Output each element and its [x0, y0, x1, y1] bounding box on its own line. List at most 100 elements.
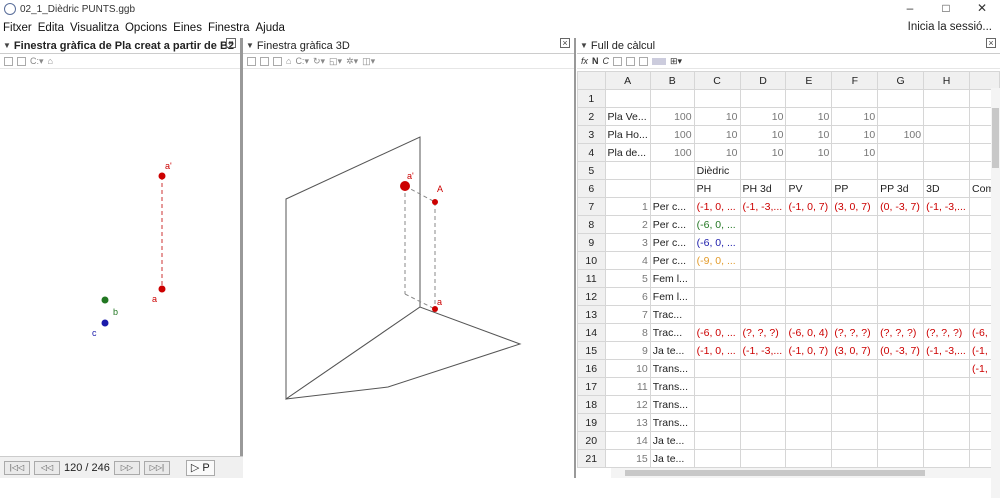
- table-cell[interactable]: 6: [604, 287, 651, 306]
- column-header[interactable]: G: [877, 71, 925, 90]
- table-cell[interactable]: [923, 449, 971, 468]
- table-cell[interactable]: [785, 287, 833, 306]
- table-cell[interactable]: 10: [831, 107, 879, 126]
- table-cell[interactable]: [649, 179, 695, 198]
- table-cell[interactable]: [739, 269, 787, 288]
- table-cell[interactable]: 12: [604, 395, 651, 414]
- table-cell[interactable]: [739, 449, 787, 468]
- table-cell[interactable]: [923, 377, 971, 396]
- table-cell[interactable]: [785, 377, 833, 396]
- table-cell[interactable]: Pla Ho...: [604, 125, 651, 144]
- table-cell[interactable]: (-1, 0, ...: [693, 341, 741, 360]
- table-cell[interactable]: [877, 449, 925, 468]
- table-cell[interactable]: Fem l...: [649, 287, 695, 306]
- table-cell[interactable]: 9: [604, 341, 651, 360]
- table-cell[interactable]: 10: [831, 125, 879, 144]
- menu-eines[interactable]: Eines: [170, 22, 205, 34]
- table-cell[interactable]: [739, 233, 787, 252]
- column-header[interactable]: A: [604, 71, 651, 90]
- row-header[interactable]: 16: [577, 359, 606, 378]
- table-cell[interactable]: 3D: [923, 179, 971, 198]
- table-cell[interactable]: [923, 107, 971, 126]
- clipping-icon[interactable]: ✲▾: [346, 56, 358, 67]
- table-cell[interactable]: [649, 161, 695, 180]
- row-header[interactable]: 4: [577, 143, 606, 162]
- table-cell[interactable]: Ja te...: [649, 431, 695, 450]
- table-cell[interactable]: [831, 161, 879, 180]
- table-cell[interactable]: 15: [604, 449, 651, 468]
- previous-step-button[interactable]: ◁◁: [34, 460, 60, 475]
- table-cell[interactable]: [877, 359, 925, 378]
- table-cell[interactable]: [739, 413, 787, 432]
- table-cell[interactable]: [693, 287, 741, 306]
- italic-icon[interactable]: C: [603, 56, 610, 66]
- row-header[interactable]: 7: [577, 197, 606, 216]
- row-header[interactable]: 1: [577, 89, 606, 108]
- table-cell[interactable]: [693, 449, 741, 468]
- menu-fitxer[interactable]: Fitxer: [0, 22, 35, 34]
- table-cell[interactable]: [831, 269, 879, 288]
- table-cell[interactable]: [739, 305, 787, 324]
- table-cell[interactable]: [923, 233, 971, 252]
- table-cell[interactable]: (-1, -3,...: [923, 197, 971, 216]
- table-cell[interactable]: Ja te...: [649, 449, 695, 468]
- minimize-button[interactable]: –: [892, 0, 928, 18]
- table-cell[interactable]: [877, 161, 925, 180]
- table-cell[interactable]: Per c...: [649, 251, 695, 270]
- table-cell[interactable]: PP 3d: [877, 179, 925, 198]
- table-cell[interactable]: 3: [604, 233, 651, 252]
- table-cell[interactable]: 10: [785, 143, 833, 162]
- table-cell[interactable]: 10: [693, 125, 741, 144]
- table-cell[interactable]: [923, 215, 971, 234]
- row-header[interactable]: 20: [577, 431, 606, 450]
- table-cell[interactable]: Pla Ve...: [604, 107, 651, 126]
- table-cell[interactable]: [785, 215, 833, 234]
- table-cell[interactable]: 1: [604, 197, 651, 216]
- point-a-prime-3d[interactable]: [400, 181, 410, 191]
- table-cell[interactable]: (0, -3, 7): [877, 197, 925, 216]
- login-link[interactable]: Inicia la sessió...: [908, 21, 992, 33]
- table-cell[interactable]: [693, 269, 741, 288]
- table-cell[interactable]: [923, 269, 971, 288]
- table-cell[interactable]: [739, 215, 787, 234]
- home-icon[interactable]: ⌂: [48, 56, 53, 66]
- table-cell[interactable]: Per c...: [649, 233, 695, 252]
- table-cell[interactable]: Per c...: [649, 215, 695, 234]
- table-cell[interactable]: [739, 251, 787, 270]
- table-cell[interactable]: (-1, -3,...: [739, 197, 787, 216]
- axes-toggle-icon[interactable]: [247, 56, 256, 66]
- close-panel-icon[interactable]: ×: [986, 38, 996, 48]
- table-cell[interactable]: (3, 0, 7): [831, 341, 879, 360]
- row-header[interactable]: 5: [577, 161, 606, 180]
- table-cell[interactable]: PH: [693, 179, 741, 198]
- menu-opcions[interactable]: Opcions: [122, 22, 170, 34]
- table-cell[interactable]: [877, 233, 925, 252]
- point-A-3d[interactable]: [432, 199, 438, 205]
- table-cell[interactable]: [831, 449, 879, 468]
- table-cell[interactable]: (-1, 0, 7): [785, 197, 833, 216]
- table-cell[interactable]: [831, 233, 879, 252]
- table-cell[interactable]: [923, 287, 971, 306]
- table-cell[interactable]: [877, 107, 925, 126]
- point-c[interactable]: [101, 319, 109, 327]
- column-header[interactable]: B: [649, 71, 695, 90]
- menu-finestra[interactable]: Finestra: [205, 22, 253, 34]
- table-cell[interactable]: (-1, -3,...: [923, 341, 971, 360]
- row-header[interactable]: 11: [577, 269, 606, 288]
- table-cell[interactable]: 11: [604, 377, 651, 396]
- play-button[interactable]: ▷ P: [185, 459, 215, 476]
- align-right-icon[interactable]: [639, 56, 649, 66]
- table-cell[interactable]: PH 3d: [739, 179, 787, 198]
- table-cell[interactable]: 10: [604, 359, 651, 378]
- table-cell[interactable]: [877, 287, 925, 306]
- table-cell[interactable]: Trac...: [649, 305, 695, 324]
- table-cell[interactable]: 2: [604, 215, 651, 234]
- table-cell[interactable]: [785, 89, 833, 108]
- table-cell[interactable]: [923, 413, 971, 432]
- table-cell[interactable]: [831, 89, 879, 108]
- vertical-scrollbar[interactable]: [991, 88, 1000, 498]
- table-cell[interactable]: [831, 251, 879, 270]
- table-cell[interactable]: (?, ?, ?): [831, 323, 879, 342]
- table-cell[interactable]: 8: [604, 323, 651, 342]
- table-cell[interactable]: (-6, 0, 4): [785, 323, 833, 342]
